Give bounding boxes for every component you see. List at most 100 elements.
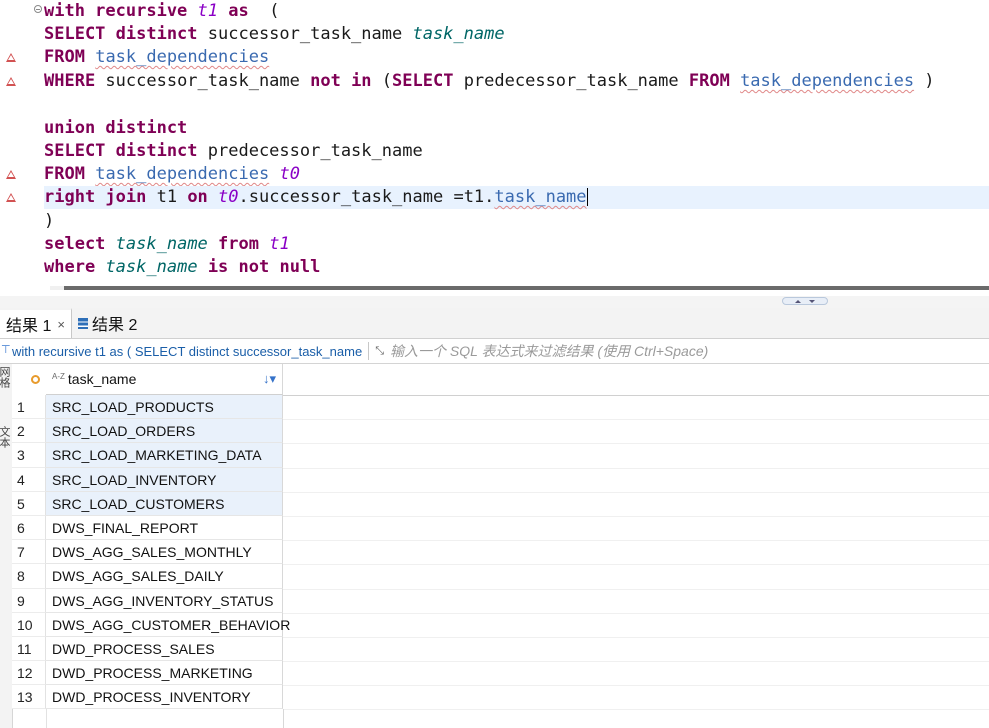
- expand-icon[interactable]: ⤡: [375, 345, 384, 358]
- code-line[interactable]: WHERE successor_task_name not in (SELECT…: [44, 70, 989, 93]
- table-row[interactable]: 12 DWD_PROCESS_MARKETING: [12, 661, 989, 687]
- panel-splitter[interactable]: [0, 296, 989, 308]
- row-number[interactable]: 7: [12, 540, 46, 565]
- code-line[interactable]: [44, 94, 989, 117]
- cell-task-name[interactable]: DWS_AGG_CUSTOMER_BEHAVIOR: [46, 612, 290, 637]
- code-token: SELECT distinct: [44, 24, 198, 44]
- cell-task-name[interactable]: SRC_LOAD_INVENTORY: [46, 467, 283, 492]
- cell-task-name[interactable]: DWD_PROCESS_INVENTORY: [46, 685, 283, 710]
- column-header-task-name[interactable]: A-Z task_name ↓▾: [46, 364, 283, 395]
- row-number[interactable]: 2: [12, 419, 46, 444]
- row-number[interactable]: 12: [12, 661, 46, 686]
- code-token: predecessor_task_name: [453, 71, 689, 91]
- warning-icon[interactable]: [6, 193, 16, 202]
- code-token: predecessor_task_name: [197, 141, 423, 161]
- code-token: task_name: [115, 234, 208, 254]
- close-icon[interactable]: ×: [57, 317, 65, 332]
- row-number[interactable]: 8: [12, 564, 46, 589]
- table-row[interactable]: 10 DWS_AGG_CUSTOMER_BEHAVIOR: [12, 612, 989, 638]
- table-row[interactable]: 6 DWS_FINAL_REPORT: [12, 515, 989, 542]
- grid-icon: [78, 317, 88, 329]
- cell-task-name[interactable]: SRC_LOAD_MARKETING_DATA: [46, 443, 283, 468]
- row-empty-area: [283, 516, 989, 542]
- sort-icon[interactable]: ↓▾: [263, 371, 276, 387]
- side-tab-text[interactable]: 文本: [0, 426, 12, 448]
- filter-bar: ⊤ with recursive t1 as ( SELECT distinct…: [0, 339, 989, 364]
- cell-task-name[interactable]: SRC_LOAD_CUSTOMERS: [46, 491, 283, 516]
- table-row[interactable]: 13 DWD_PROCESS_INVENTORY: [12, 685, 989, 711]
- table-row[interactable]: 9 DWS_AGG_INVENTORY_STATUS: [12, 588, 989, 614]
- filter-input[interactable]: [390, 343, 930, 359]
- code-token: task_name: [412, 24, 505, 44]
- scrollbar-thumb[interactable]: [64, 286, 989, 290]
- cell-task-name[interactable]: DWS_FINAL_REPORT: [46, 515, 283, 541]
- code-line[interactable]: FROM task_dependencies t0: [44, 163, 989, 186]
- code-token: task_dependencies: [95, 47, 270, 67]
- code-token: union distinct: [44, 118, 188, 138]
- code-line[interactable]: right join t1 on t0.successor_task_name …: [44, 186, 989, 209]
- tab-result-2-label: 结果 2: [92, 317, 138, 334]
- code-token: task_dependencies: [95, 164, 270, 184]
- table-row[interactable]: 11 DWD_PROCESS_SALES: [12, 636, 989, 663]
- code-line[interactable]: FROM task_dependencies: [44, 46, 989, 69]
- fold-collapse-icon[interactable]: [34, 5, 42, 13]
- warning-icon[interactable]: [6, 77, 16, 86]
- table-row[interactable]: 5 SRC_LOAD_CUSTOMERS: [12, 491, 989, 517]
- tab-result-1[interactable]: 结果 1 ×: [0, 308, 72, 338]
- row-number[interactable]: 6: [12, 515, 46, 541]
- code-line[interactable]: ): [44, 210, 989, 233]
- code-line[interactable]: select task_name from t1: [44, 233, 989, 256]
- splitter-toggle-icon[interactable]: [782, 297, 828, 305]
- row-number[interactable]: 10: [12, 612, 46, 637]
- query-summary[interactable]: with recursive t1 as ( SELECT distinct s…: [0, 344, 362, 359]
- code-line[interactable]: SELECT distinct successor_task_name task…: [44, 23, 989, 46]
- cell-task-name[interactable]: DWS_AGG_INVENTORY_STATUS: [46, 588, 283, 613]
- code-line[interactable]: where task_name is not null: [44, 256, 989, 279]
- text-type-icon: A-Z: [52, 371, 65, 381]
- code-line[interactable]: with recursive t1 as (: [44, 0, 989, 23]
- column-name: task_name: [67, 371, 137, 387]
- tab-result-2[interactable]: 结果 2: [72, 308, 143, 338]
- row-number[interactable]: 9: [12, 588, 46, 613]
- code-token: .successor_task_name =t1.: [238, 187, 495, 207]
- cell-task-name[interactable]: DWS_AGG_SALES_DAILY: [46, 564, 283, 589]
- row-number[interactable]: 4: [12, 467, 46, 492]
- cell-task-name[interactable]: DWD_PROCESS_MARKETING: [46, 661, 283, 686]
- cell-task-name[interactable]: DWS_AGG_SALES_MONTHLY: [46, 540, 283, 565]
- code-token: with recursive: [44, 1, 198, 21]
- code-line[interactable]: SELECT distinct predecessor_task_name: [44, 140, 989, 163]
- warning-icon[interactable]: [6, 53, 16, 62]
- code-token: FROM: [688, 71, 730, 91]
- header-empty-area: [283, 364, 989, 396]
- editor-horizontal-scrollbar[interactable]: [50, 286, 989, 290]
- row-number[interactable]: 13: [12, 685, 46, 710]
- sql-editor[interactable]: with recursive t1 as (SELECT distinct su…: [0, 0, 989, 290]
- cell-task-name[interactable]: SRC_LOAD_PRODUCTS: [46, 395, 283, 420]
- result-grid: 网格 文本 A-Z task_name ↓▾ 1 SRC_LOAD_PRODUCT…: [0, 364, 989, 728]
- side-tab-grid[interactable]: 网格: [0, 366, 12, 388]
- table-row[interactable]: 2 SRC_LOAD_ORDERS: [12, 419, 989, 445]
- cell-task-name[interactable]: SRC_LOAD_ORDERS: [46, 419, 283, 444]
- record-mode-icon[interactable]: [31, 375, 40, 384]
- code-token: WHERE: [44, 71, 96, 91]
- table-row[interactable]: 7 DWS_AGG_SALES_MONTHLY: [12, 540, 989, 566]
- table-row[interactable]: 3 SRC_LOAD_MARKETING_DATA: [12, 443, 989, 469]
- row-number-header[interactable]: [12, 364, 47, 396]
- code-line[interactable]: union distinct: [44, 117, 989, 140]
- row-empty-area: [283, 540, 989, 566]
- table-row[interactable]: 8 DWS_AGG_SALES_DAILY: [12, 564, 989, 590]
- warning-icon[interactable]: [6, 170, 16, 179]
- row-number[interactable]: 5: [12, 491, 46, 516]
- row-number[interactable]: 11: [12, 636, 46, 662]
- code-token: t0: [218, 187, 239, 207]
- table-row[interactable]: 1 SRC_LOAD_PRODUCTS: [12, 395, 989, 421]
- row-number[interactable]: 1: [12, 395, 46, 420]
- row-number[interactable]: 3: [12, 443, 46, 468]
- table-row[interactable]: 4 SRC_LOAD_INVENTORY: [12, 467, 989, 493]
- row-empty-area: [283, 492, 989, 517]
- cell-task-name[interactable]: DWD_PROCESS_SALES: [46, 636, 283, 662]
